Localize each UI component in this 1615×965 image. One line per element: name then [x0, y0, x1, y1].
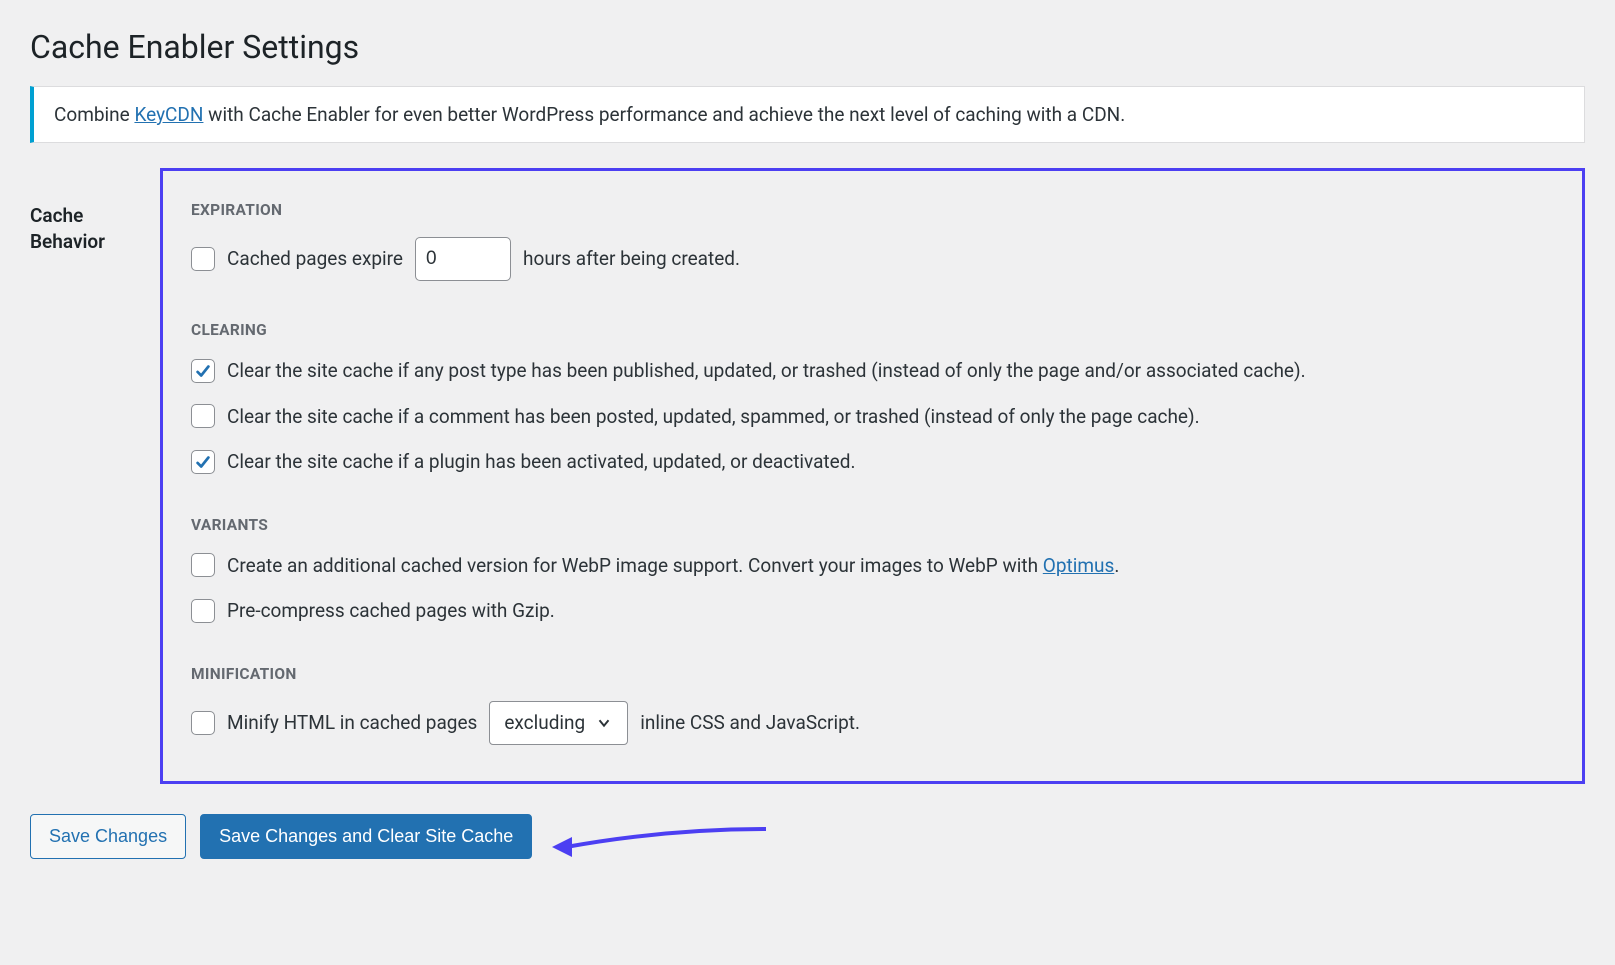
variant-row-gzip: Pre-compress cached pages with Gzip. [191, 597, 1554, 625]
variant-checkbox-webp[interactable] [191, 553, 215, 577]
section-label: Cache Behavior [30, 168, 160, 254]
annotation-arrow [546, 823, 776, 849]
clearing-row-0: Clear the site cache if any post type ha… [191, 357, 1554, 385]
group-heading-clearing: CLEARING [191, 321, 1554, 339]
submit-row: Save Changes Save Changes and Clear Site… [30, 814, 1585, 859]
page-title: Cache Enabler Settings [30, 28, 1585, 66]
expiration-label-after: hours after being created. [523, 245, 740, 273]
save-clear-button[interactable]: Save Changes and Clear Site Cache [200, 814, 532, 859]
info-notice: Combine KeyCDN with Cache Enabler for ev… [30, 86, 1585, 143]
minification-label-after: inline CSS and JavaScript. [640, 709, 860, 737]
minification-checkbox[interactable] [191, 711, 215, 735]
group-heading-variants: VARIANTS [191, 516, 1554, 534]
group-heading-expiration: EXPIRATION [191, 201, 1554, 219]
chevron-down-icon [595, 714, 613, 732]
keycdn-link[interactable]: KeyCDN [134, 103, 203, 126]
expiration-hours-input[interactable] [415, 237, 511, 281]
notice-prefix: Combine [54, 103, 134, 126]
expiration-checkbox[interactable] [191, 247, 215, 271]
clearing-label-2: Clear the site cache if a plugin has bee… [227, 448, 855, 476]
expiration-label-before: Cached pages expire [227, 245, 403, 273]
clearing-label-1: Clear the site cache if a comment has be… [227, 403, 1200, 431]
notice-suffix: with Cache Enabler for even better WordP… [203, 103, 1125, 126]
minification-select[interactable]: excluding [489, 701, 628, 745]
group-heading-minification: MINIFICATION [191, 665, 1554, 683]
clearing-row-2: Clear the site cache if a plugin has bee… [191, 448, 1554, 476]
minification-label-before: Minify HTML in cached pages [227, 709, 477, 737]
save-button[interactable]: Save Changes [30, 814, 186, 859]
clearing-checkbox-plugin[interactable] [191, 450, 215, 474]
variant-webp-text: Create an additional cached version for … [227, 552, 1119, 580]
variant-checkbox-gzip[interactable] [191, 599, 215, 623]
expiration-row: Cached pages expire hours after being cr… [191, 237, 1554, 281]
minification-row: Minify HTML in cached pages excluding in… [191, 701, 1554, 745]
clearing-checkbox-post[interactable] [191, 359, 215, 383]
variant-webp-before: Create an additional cached version for … [227, 554, 1043, 577]
clearing-checkbox-comment[interactable] [191, 404, 215, 428]
cache-behavior-box: EXPIRATION Cached pages expire hours aft… [160, 168, 1585, 784]
variant-gzip-label: Pre-compress cached pages with Gzip. [227, 597, 555, 625]
optimus-link[interactable]: Optimus [1043, 554, 1115, 577]
variant-row-webp: Create an additional cached version for … [191, 552, 1554, 580]
variant-webp-after: . [1114, 554, 1119, 577]
minification-selected: excluding [504, 709, 585, 737]
clearing-label-0: Clear the site cache if any post type ha… [227, 357, 1306, 385]
clearing-row-1: Clear the site cache if a comment has be… [191, 403, 1554, 431]
